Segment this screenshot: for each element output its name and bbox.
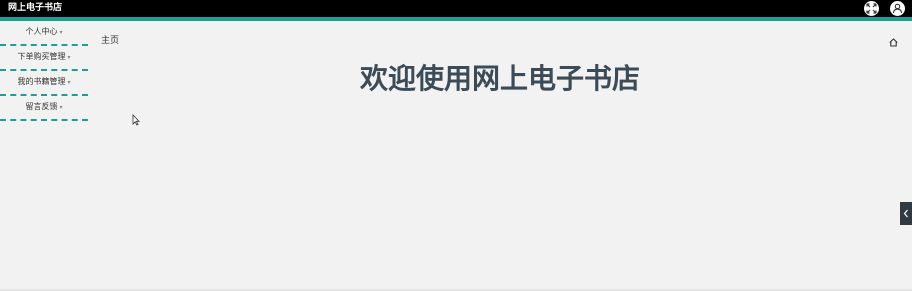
sidebar-item-my-books[interactable]: 我的书籍管理 ▾: [0, 71, 88, 96]
chevron-down-icon: ▾: [67, 54, 71, 61]
sidebar-item-order-management[interactable]: 下单购买管理 ▾: [0, 46, 88, 71]
sidebar-item-label: 留言反馈: [25, 102, 58, 111]
app-title: 网上电子书店: [8, 3, 63, 13]
chevron-down-icon: ▾: [67, 79, 71, 86]
home-button[interactable]: [889, 32, 898, 51]
breadcrumb-home[interactable]: 主页: [101, 33, 119, 46]
top-bar-accent: [0, 17, 912, 21]
top-bar: 网上电子书店: [0, 0, 912, 17]
chevron-down-icon: ▾: [59, 29, 63, 36]
expand-icon: [866, 3, 877, 14]
sidebar: 个人中心 ▾ 下单购买管理 ▾ 我的书籍管理 ▾ 留言反馈 ▾: [0, 21, 88, 291]
side-panel-toggle[interactable]: [900, 202, 912, 225]
mouse-cursor-icon: [132, 114, 140, 126]
chevron-left-icon: [903, 209, 908, 218]
sidebar-item-label: 下单购买管理: [17, 52, 66, 61]
welcome-heading: 欢迎使用网上电子书店: [359, 62, 640, 95]
user-button[interactable]: [890, 1, 905, 16]
home-icon: [889, 38, 898, 47]
sidebar-item-label: 我的书籍管理: [17, 77, 66, 86]
sidebar-item-label: 个人中心: [25, 27, 58, 36]
sidebar-item-feedback[interactable]: 留言反馈 ▾: [0, 96, 88, 121]
chevron-down-icon: ▾: [59, 104, 63, 111]
user-icon: [892, 3, 903, 14]
sidebar-item-personal-center[interactable]: 个人中心 ▾: [0, 21, 88, 46]
fullscreen-button[interactable]: [864, 1, 879, 16]
